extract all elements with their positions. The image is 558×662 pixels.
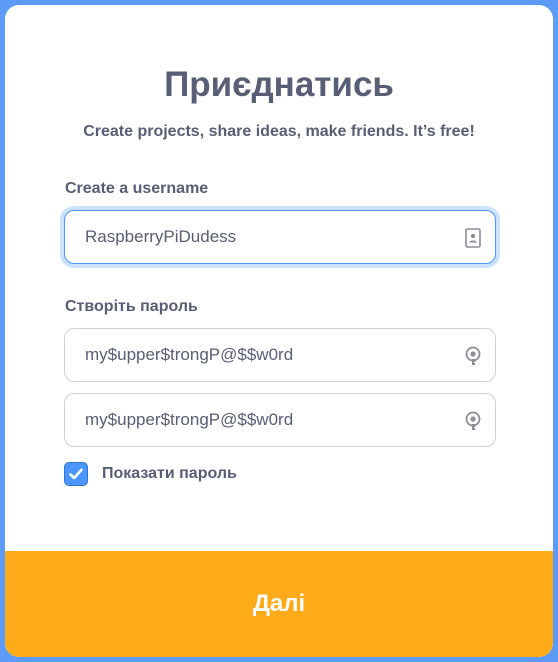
password-input[interactable] xyxy=(85,329,455,381)
show-password-checkbox[interactable] xyxy=(64,462,88,486)
username-input[interactable] xyxy=(85,211,455,263)
username-label: Create a username xyxy=(65,180,209,197)
checkmark-icon xyxy=(69,468,83,480)
password-field[interactable] xyxy=(64,328,496,382)
password-label: Створіть пароль xyxy=(65,298,198,315)
password-key-icon xyxy=(465,411,481,430)
show-password-label[interactable]: Показати пароль xyxy=(102,463,237,485)
password-key-icon xyxy=(465,346,481,365)
join-dialog: Приєднатись Create projects, share ideas… xyxy=(5,5,553,657)
page-title: Приєднатись xyxy=(164,65,394,104)
confirm-password-input[interactable] xyxy=(85,394,455,446)
contact-card-icon xyxy=(465,228,481,248)
confirm-password-field[interactable] xyxy=(64,393,496,447)
username-field[interactable] xyxy=(64,210,496,264)
page-subtitle: Create projects, share ideas, make frien… xyxy=(83,123,475,140)
next-button[interactable]: Далі xyxy=(5,551,553,657)
